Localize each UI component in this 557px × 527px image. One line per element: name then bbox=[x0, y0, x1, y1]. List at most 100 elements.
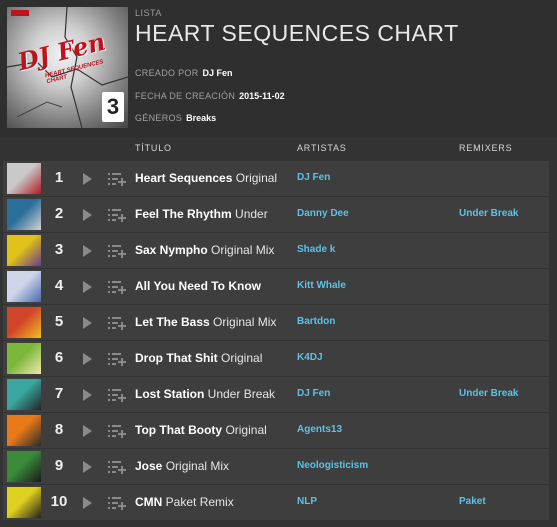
track-artist-link[interactable]: DJ Fen bbox=[297, 388, 330, 399]
play-icon[interactable] bbox=[83, 389, 92, 401]
creation-date-label: FECHA DE CREACIÓN bbox=[135, 91, 236, 101]
track-thumbnail[interactable] bbox=[7, 487, 41, 518]
track-title-link[interactable]: Lost Station Under Break bbox=[135, 387, 275, 401]
play-icon[interactable] bbox=[83, 497, 92, 509]
track-artist-link[interactable]: Kitt Whale bbox=[297, 280, 346, 291]
play-icon[interactable] bbox=[83, 317, 92, 329]
track-mix: Original bbox=[235, 171, 278, 185]
track-title-link[interactable]: Drop That Shit Original bbox=[135, 351, 262, 365]
track-row[interactable]: 3 Sax Nympho Original Mix Shade k bbox=[3, 233, 549, 268]
track-artist-link[interactable]: NLP bbox=[297, 496, 317, 507]
track-artist-link[interactable]: Agents13 bbox=[297, 424, 342, 435]
track-rank: 10 bbox=[50, 493, 68, 510]
creation-date-value: 2015-11-02 bbox=[239, 91, 285, 101]
play-icon[interactable] bbox=[83, 245, 92, 257]
page-title: HEART SEQUENCES CHART bbox=[135, 20, 459, 46]
track-row[interactable]: 2 Feel The Rhythm Under Danny Dee Under … bbox=[3, 197, 549, 232]
track-thumbnail[interactable] bbox=[7, 451, 41, 482]
track-title-link[interactable]: Feel The Rhythm Under bbox=[135, 207, 268, 221]
track-name: Feel The Rhythm bbox=[135, 207, 232, 221]
genres-row: GÉNEROS Breaks bbox=[135, 113, 216, 123]
created-by-row: CREADO POR DJ Fen bbox=[135, 68, 233, 78]
track-name: All You Need To Know bbox=[135, 279, 261, 293]
track-artist-link[interactable]: Neologisticism bbox=[297, 460, 368, 471]
track-rank: 3 bbox=[54, 241, 64, 258]
track-name: Sax Nympho bbox=[135, 243, 208, 257]
genres-label: GÉNEROS bbox=[135, 113, 183, 123]
track-rank: 1 bbox=[54, 169, 64, 186]
track-row[interactable]: 7 Lost Station Under Break DJ Fen Under … bbox=[3, 377, 549, 412]
track-list: 1 Heart Sequences Original DJ Fen 2 Feel… bbox=[3, 161, 549, 521]
play-icon[interactable] bbox=[83, 173, 92, 185]
add-to-queue-icon[interactable] bbox=[108, 208, 126, 222]
track-mix: Original Mix bbox=[213, 315, 277, 329]
play-icon[interactable] bbox=[83, 425, 92, 437]
track-rank: 2 bbox=[54, 205, 64, 222]
table-header: TÍTULO ARTISTAS REMIXERS bbox=[0, 138, 557, 160]
track-remixer-link[interactable]: Under Break bbox=[459, 388, 518, 399]
track-thumbnail[interactable] bbox=[7, 415, 41, 446]
track-title-link[interactable]: CMN Paket Remix bbox=[135, 495, 234, 509]
track-remixer-link[interactable]: Paket bbox=[459, 496, 486, 507]
track-thumbnail[interactable] bbox=[7, 163, 41, 194]
track-rank: 4 bbox=[54, 277, 64, 294]
creation-date-row: FECHA DE CREACIÓN 2015-11-02 bbox=[135, 91, 285, 101]
track-thumbnail[interactable] bbox=[7, 379, 41, 410]
track-artist-link[interactable]: Bartdon bbox=[297, 316, 335, 327]
track-row[interactable]: 8 Top That Booty Original Agents13 bbox=[3, 413, 549, 448]
track-title-link[interactable]: Sax Nympho Original Mix bbox=[135, 243, 274, 257]
track-thumbnail[interactable] bbox=[7, 199, 41, 230]
add-to-queue-icon[interactable] bbox=[108, 388, 126, 402]
track-row[interactable]: 1 Heart Sequences Original DJ Fen bbox=[3, 161, 549, 196]
column-header-remixers: REMIXERS bbox=[459, 143, 513, 153]
track-artist-link[interactable]: DJ Fen bbox=[297, 172, 330, 183]
track-row[interactable]: 5 Let The Bass Original Mix Bartdon bbox=[3, 305, 549, 340]
add-to-queue-icon[interactable] bbox=[108, 244, 126, 258]
add-to-queue-icon[interactable] bbox=[108, 352, 126, 366]
cover-number-badge: 3 bbox=[102, 92, 124, 122]
genre-link[interactable]: Breaks bbox=[186, 113, 216, 123]
track-thumbnail[interactable] bbox=[7, 271, 41, 302]
track-row[interactable]: 10 CMN Paket Remix NLP Paket bbox=[3, 485, 549, 520]
add-to-queue-icon[interactable] bbox=[108, 496, 126, 510]
track-mix: Original Mix bbox=[211, 243, 275, 257]
track-mix: Original Mix bbox=[165, 459, 230, 473]
track-thumbnail[interactable] bbox=[7, 307, 41, 338]
add-to-queue-icon[interactable] bbox=[108, 280, 126, 294]
track-name: Let The Bass bbox=[135, 315, 210, 329]
track-title-link[interactable]: Let The Bass Original Mix bbox=[135, 315, 276, 329]
add-to-queue-icon[interactable] bbox=[108, 172, 126, 186]
track-row[interactable]: 4 All You Need To Know Kitt Whale bbox=[3, 269, 549, 304]
track-name: CMN bbox=[135, 495, 163, 509]
play-icon[interactable] bbox=[83, 281, 92, 293]
track-artist-link[interactable]: Danny Dee bbox=[297, 208, 349, 219]
play-icon[interactable] bbox=[83, 209, 92, 221]
track-title-link[interactable]: Jose Original Mix bbox=[135, 459, 229, 473]
track-artist-link[interactable]: Shade k bbox=[297, 244, 335, 255]
play-icon[interactable] bbox=[83, 353, 92, 365]
track-rank: 7 bbox=[54, 385, 64, 402]
track-thumbnail[interactable] bbox=[7, 235, 41, 266]
column-header-title: TÍTULO bbox=[135, 143, 172, 153]
track-title-link[interactable]: All You Need To Know bbox=[135, 279, 261, 293]
created-by-link[interactable]: DJ Fen bbox=[203, 68, 233, 78]
track-row[interactable]: 6 Drop That Shit Original K4DJ bbox=[3, 341, 549, 376]
chart-header: DJ Fen HEART SEQUENCES CHART 3 LISTA HEA… bbox=[0, 0, 557, 138]
track-artist-link[interactable]: K4DJ bbox=[297, 352, 323, 363]
add-to-queue-icon[interactable] bbox=[108, 316, 126, 330]
track-title-link[interactable]: Top That Booty Original bbox=[135, 423, 267, 437]
play-icon[interactable] bbox=[83, 461, 92, 473]
track-rank: 9 bbox=[54, 457, 64, 474]
track-thumbnail[interactable] bbox=[7, 343, 41, 374]
column-header-artists: ARTISTAS bbox=[297, 143, 347, 153]
track-title-link[interactable]: Heart Sequences Original bbox=[135, 171, 277, 185]
track-row[interactable]: 9 Jose Original Mix Neologisticism bbox=[3, 449, 549, 484]
track-remixer-link[interactable]: Under Break bbox=[459, 208, 518, 219]
track-name: Heart Sequences bbox=[135, 171, 233, 185]
track-name: Jose bbox=[135, 459, 163, 473]
add-to-queue-icon[interactable] bbox=[108, 460, 126, 474]
track-mix: Original bbox=[225, 423, 267, 437]
add-to-queue-icon[interactable] bbox=[108, 424, 126, 438]
track-mix: Under Break bbox=[207, 387, 276, 401]
track-mix: Under bbox=[235, 207, 268, 221]
